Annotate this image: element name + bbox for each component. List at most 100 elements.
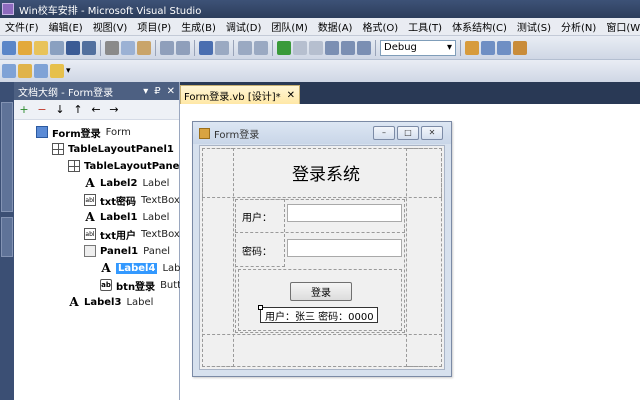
outline-node-type: Form: [105, 126, 131, 138]
stop-icon[interactable]: [309, 40, 323, 55]
copy-icon[interactable]: [121, 40, 135, 55]
move-in-icon[interactable]: →: [107, 103, 121, 116]
undo-icon[interactable]: [199, 40, 213, 55]
tab-form-designer[interactable]: Form登录.vb [设计]* ✕: [180, 85, 300, 104]
save-icon[interactable]: [66, 40, 80, 55]
form-title-bar: Form登录 – □ ✕: [193, 122, 451, 144]
new-project-icon[interactable]: [2, 40, 16, 55]
form-window[interactable]: Form登录 – □ ✕ 登录系统 用户： 密码： 登录 用户：张三 密码：00…: [192, 121, 452, 377]
align-grid-icon[interactable]: [2, 64, 16, 78]
outline-node[interactable]: Form登录 Form: [36, 124, 131, 140]
server-explorer-tab[interactable]: [1, 102, 13, 212]
button-icon: ab: [100, 279, 112, 291]
username-input[interactable]: [287, 204, 402, 222]
format-icon[interactable]: [18, 64, 32, 78]
document-outline-header: 文档大纲 - Form登录 ▾ ₽ ✕: [14, 82, 179, 100]
toolbar-separator: [460, 39, 461, 56]
pin-icon[interactable]: ₽: [154, 86, 160, 97]
toolbar-separator: [375, 39, 376, 56]
outline-node[interactable]: A Label2 Label: [84, 175, 169, 191]
cut-icon[interactable]: [105, 40, 119, 55]
user-label: 用户：: [242, 213, 272, 224]
redo-icon[interactable]: [215, 40, 229, 55]
form-client-area[interactable]: 登录系统 用户： 密码： 登录 用户：张三 密码：0000: [199, 145, 445, 370]
toolbar-separator: [100, 39, 101, 56]
outline-node[interactable]: A Label4 Label: [100, 260, 189, 276]
minimize-icon[interactable]: –: [373, 126, 395, 140]
layout-icon[interactable]: [34, 64, 48, 78]
save-all-icon[interactable]: [82, 40, 96, 55]
visual-studio-icon: [2, 3, 14, 15]
menu-tools[interactable]: 工具(T): [403, 19, 447, 34]
outline-node[interactable]: abl txt用户 TextBox: [84, 226, 180, 242]
menu-edit[interactable]: 编辑(E): [44, 19, 88, 34]
comment-icon[interactable]: [160, 40, 174, 55]
tab-label: Form登录.vb [设计]*: [184, 91, 281, 103]
outline-node-type: TextBox: [141, 228, 180, 240]
menu-view[interactable]: 视图(V): [88, 19, 133, 34]
menu-file[interactable]: 文件(F): [0, 19, 44, 34]
delete-icon[interactable]: −: [35, 103, 49, 116]
menu-team[interactable]: 团队(M): [266, 19, 312, 34]
toolbox-icon[interactable]: [513, 40, 527, 55]
menu-window[interactable]: 窗口(W): [601, 19, 640, 34]
menu-data[interactable]: 数据(A): [313, 19, 358, 34]
outline-node[interactable]: TableLayoutPanel2: [68, 158, 195, 174]
pause-icon[interactable]: [293, 40, 307, 55]
step-into-icon[interactable]: [325, 40, 339, 55]
tablelayout-icon: [68, 160, 80, 172]
close-icon[interactable]: ✕: [167, 86, 175, 97]
open-file-icon[interactable]: [34, 40, 48, 55]
toolbar-overflow-icon[interactable]: ▾: [66, 66, 71, 76]
add-new-item-icon[interactable]: [50, 40, 64, 55]
navigate-back-icon[interactable]: [238, 40, 252, 55]
move-out-icon[interactable]: ←: [89, 103, 103, 116]
solution-configuration-select[interactable]: Debug ▾: [380, 39, 456, 56]
lock-controls-icon[interactable]: [50, 64, 64, 78]
close-icon[interactable]: ✕: [287, 90, 295, 101]
add-item-icon[interactable]: [18, 40, 32, 55]
navigate-forward-icon[interactable]: [254, 40, 268, 55]
menu-build[interactable]: 生成(B): [176, 19, 221, 34]
start-debugging-icon[interactable]: [277, 40, 291, 55]
menu-project[interactable]: 项目(P): [132, 19, 176, 34]
uncomment-icon[interactable]: [176, 40, 190, 55]
find-in-files-icon[interactable]: [465, 40, 479, 55]
move-up-icon[interactable]: ↑: [71, 103, 85, 116]
step-out-icon[interactable]: [357, 40, 371, 55]
outline-node[interactable]: A Label1 Label: [84, 209, 169, 225]
form-icon: [36, 126, 48, 138]
menu-format[interactable]: 格式(O): [357, 19, 403, 34]
outline-node[interactable]: abl txt密码 TextBox: [84, 192, 180, 208]
outline-node-type: TextBox: [141, 194, 180, 206]
outline-node[interactable]: A Label3 Label: [68, 294, 153, 310]
hint-label[interactable]: 用户：张三 密码：0000: [258, 305, 378, 323]
outline-node-name: Label1: [100, 211, 138, 223]
step-over-icon[interactable]: [341, 40, 355, 55]
toolbox-tab[interactable]: [1, 217, 13, 257]
outline-node[interactable]: Panel1 Panel: [84, 243, 170, 259]
paste-icon[interactable]: [137, 40, 151, 55]
dropdown-icon[interactable]: ▾: [143, 86, 148, 97]
properties-icon[interactable]: [497, 40, 511, 55]
expand-all-icon[interactable]: +: [17, 103, 31, 116]
textbox-icon: abl: [84, 228, 96, 240]
menu-architecture[interactable]: 体系结构(C): [447, 19, 512, 34]
outline-node[interactable]: TableLayoutPanel1: [52, 141, 179, 157]
title-bar: Win校车安排 - Microsoft Visual Studio: [0, 0, 640, 18]
password-input[interactable]: [287, 239, 402, 257]
solution-explorer-icon[interactable]: [481, 40, 495, 55]
designer-surface[interactable]: Form登录 – □ ✕ 登录系统 用户： 密码： 登录 用户：张三 密码：00…: [180, 104, 640, 400]
login-button[interactable]: 登录: [290, 282, 352, 301]
selection-handle[interactable]: [258, 305, 263, 310]
password-label: 密码：: [242, 247, 272, 258]
window-title: Win校车安排 - Microsoft Visual Studio: [19, 5, 202, 17]
outline-node-name: TableLayoutPanel1: [68, 143, 174, 155]
menu-analyze[interactable]: 分析(N): [556, 19, 601, 34]
label-icon: A: [69, 295, 79, 309]
maximize-icon[interactable]: □: [397, 126, 419, 140]
close-icon[interactable]: ✕: [421, 126, 443, 140]
menu-test[interactable]: 测试(S): [512, 19, 556, 34]
move-down-icon[interactable]: ↓: [53, 103, 67, 116]
menu-debug[interactable]: 调试(D): [221, 19, 267, 34]
